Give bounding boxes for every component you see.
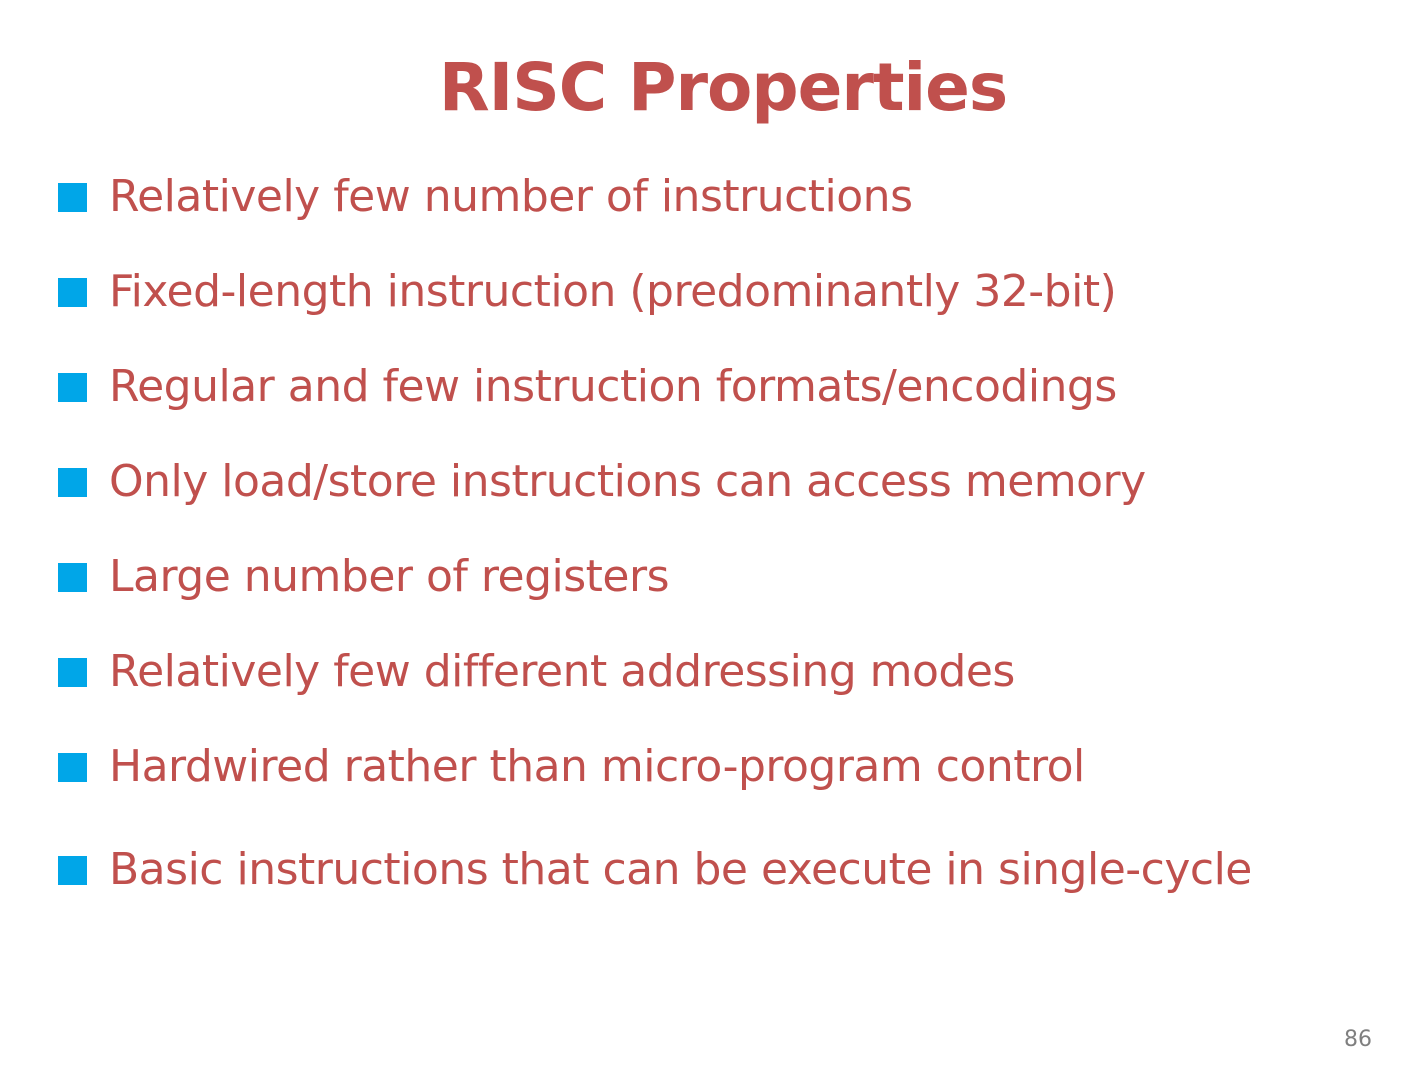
square-bullet-icon xyxy=(58,372,87,402)
square-bullet-icon xyxy=(58,855,87,885)
list-item: Only load/store instructions can access … xyxy=(58,450,1146,514)
bullet-text: Relatively few number of instructions xyxy=(109,171,913,222)
list-item: Hardwired rather than micro-program cont… xyxy=(58,735,1085,799)
list-item: Relatively few different addressing mode… xyxy=(58,640,1015,704)
slide: RISC Properties Relatively few number of… xyxy=(0,0,1426,1072)
list-item: Relatively few number of instructions xyxy=(58,165,913,229)
bullet-text: Large number of registers xyxy=(109,551,670,602)
square-bullet-icon xyxy=(58,657,87,687)
slide-title: RISC Properties xyxy=(438,49,1008,126)
bullet-text: Basic instructions that can be execute i… xyxy=(109,844,1252,895)
square-bullet-icon xyxy=(58,467,87,497)
list-item: Regular and few instruction formats/enco… xyxy=(58,355,1117,419)
square-bullet-icon xyxy=(58,182,87,212)
bullet-text: Fixed-length instruction (predominantly … xyxy=(109,266,1117,317)
square-bullet-icon xyxy=(58,562,87,592)
list-item: Basic instructions that can be execute i… xyxy=(58,838,1252,902)
bullet-text: Hardwired rather than micro-program cont… xyxy=(109,741,1085,792)
list-item: Large number of registers xyxy=(58,545,670,609)
square-bullet-icon xyxy=(58,752,87,782)
page-number: 86 xyxy=(1344,1027,1372,1052)
bullet-text: Only load/store instructions can access … xyxy=(109,456,1146,507)
square-bullet-icon xyxy=(58,277,87,307)
bullet-text: Regular and few instruction formats/enco… xyxy=(109,361,1117,412)
list-item: Fixed-length instruction (predominantly … xyxy=(58,260,1117,324)
bullet-text: Relatively few different addressing mode… xyxy=(109,646,1015,697)
